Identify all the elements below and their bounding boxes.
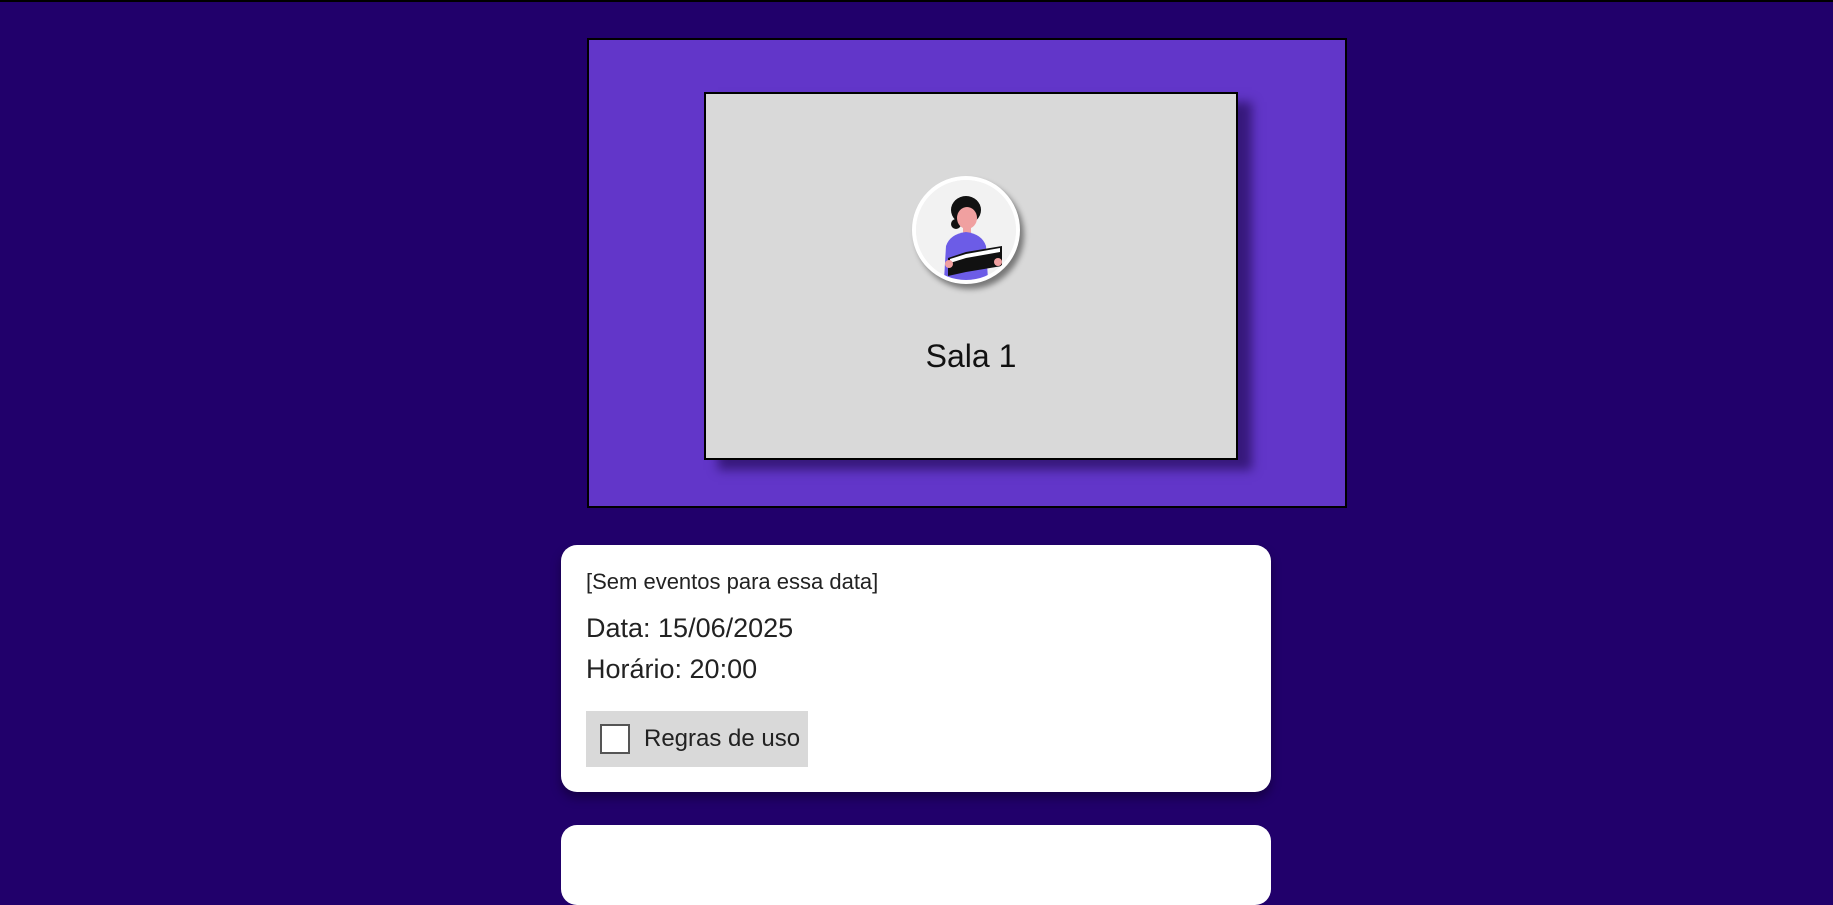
event-time: Horário: 20:00 bbox=[586, 654, 758, 684]
no-events-message: [Sem eventos para essa data] bbox=[586, 569, 879, 594]
room-panel: Sala 1 bbox=[587, 38, 1347, 508]
event-info-card: [Sem eventos para essa data] Data: 15/06… bbox=[561, 545, 1271, 792]
next-event-card bbox=[561, 825, 1271, 905]
rules-toggle[interactable]: Regras de uso bbox=[586, 711, 808, 767]
rules-checkbox[interactable] bbox=[600, 724, 630, 754]
room-card[interactable]: Sala 1 bbox=[704, 92, 1238, 460]
event-date: Data: 15/06/2025 bbox=[586, 613, 794, 643]
room-title: Sala 1 bbox=[925, 338, 1017, 374]
person-reading-icon bbox=[912, 176, 1020, 284]
rules-label: Regras de uso bbox=[644, 725, 801, 752]
